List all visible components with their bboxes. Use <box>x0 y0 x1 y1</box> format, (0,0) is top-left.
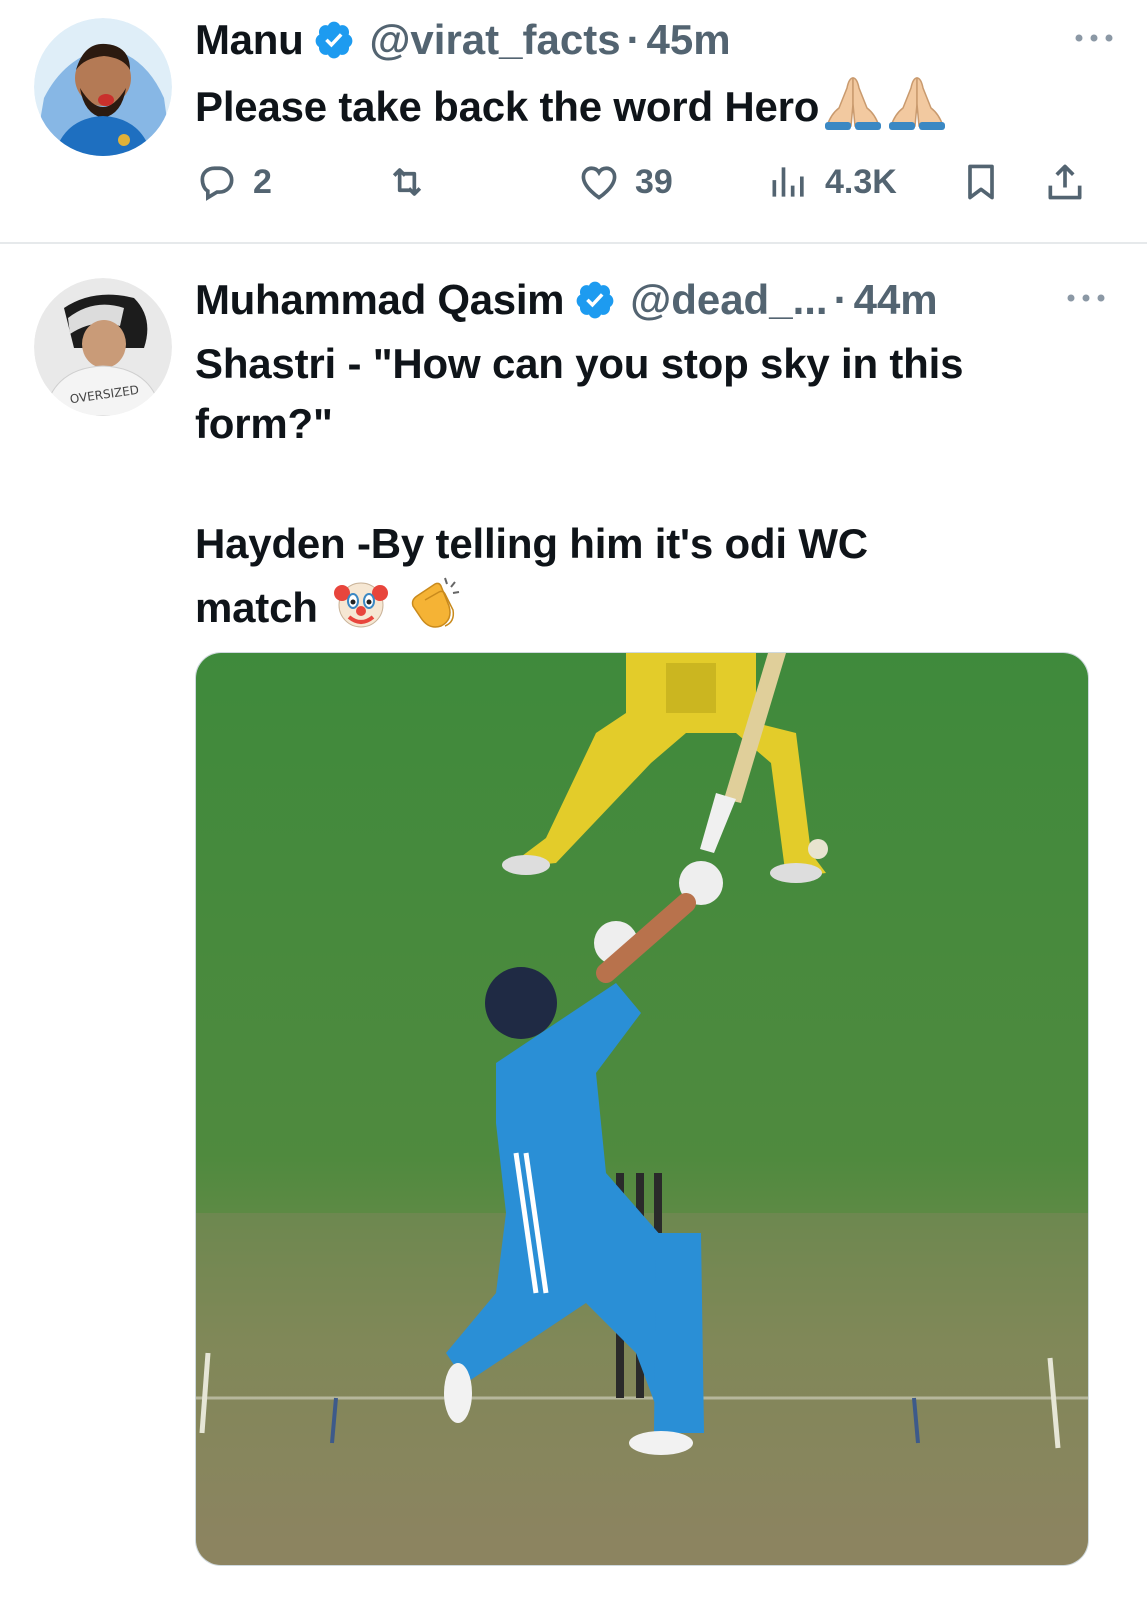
author-name[interactable]: Manu <box>195 16 304 64</box>
author-handle[interactable]: @dead_... <box>630 276 827 324</box>
verified-badge-icon <box>316 21 353 59</box>
folded-hands-icon <box>823 74 883 146</box>
tweet-actions: 2 39 4.3K <box>195 152 1095 212</box>
tweet-text-line: match <box>195 584 318 632</box>
views-icon <box>772 167 804 197</box>
folded-hands-icon <box>887 74 947 146</box>
tweet-1[interactable]: Manu @virat_facts · 45m Please take back… <box>0 0 1147 243</box>
avatar[interactable]: OVERSIZED <box>34 278 172 416</box>
bookmark-icon <box>968 164 994 200</box>
tweet-text-line: Hayden -By telling him it's odi WC <box>195 520 868 567</box>
more-options-icon[interactable] <box>1063 288 1109 308</box>
like-button[interactable]: 39 <box>577 152 673 212</box>
bookmark-button[interactable] <box>959 152 1017 212</box>
timestamp[interactable]: 44m <box>854 276 938 324</box>
reply-icon <box>200 166 234 201</box>
tweet-header: Muhammad Qasim @dead_... · 44m <box>195 274 1117 326</box>
tweet-text-line: Shastri - "How can you stop sky in this <box>195 340 964 387</box>
timestamp[interactable]: 45m <box>647 16 731 64</box>
author-handle[interactable]: @virat_facts <box>369 16 620 64</box>
tweet-text-line: form?" <box>195 400 333 447</box>
cricket-batsman-photo <box>196 653 1088 1565</box>
tweet-text-content: Please take back the word Hero <box>195 83 820 131</box>
retweet-button[interactable] <box>385 152 443 212</box>
heart-icon <box>581 166 617 200</box>
retweet-icon <box>392 168 422 196</box>
tweet-header: Manu @virat_facts · 45m <box>195 14 1117 66</box>
clown-face-icon <box>333 575 389 647</box>
tweet-2[interactable]: OVERSIZED Muhammad Qasim @dead_... · 44m… <box>0 246 1147 1600</box>
tweet-image[interactable] <box>195 652 1089 1566</box>
verified-badge-icon <box>576 281 614 319</box>
like-count: 39 <box>635 162 673 201</box>
tweet-text: Please take back the word Hero <box>195 74 1097 146</box>
share-icon <box>1048 164 1082 200</box>
separator-dot: · <box>626 16 641 63</box>
views-button[interactable]: 4.3K <box>767 152 897 212</box>
clapping-hands-icon <box>405 574 465 648</box>
reply-button[interactable]: 2 <box>195 152 272 212</box>
author-name[interactable]: Muhammad Qasim <box>195 276 565 324</box>
more-options-icon[interactable] <box>1071 28 1117 48</box>
separator-dot: · <box>833 276 848 323</box>
tweet-text: Shastri - "How can you stop sky in this … <box>195 334 1097 648</box>
avatar[interactable] <box>34 18 172 156</box>
views-count: 4.3K <box>825 162 897 201</box>
reply-count: 2 <box>253 162 272 201</box>
share-button[interactable] <box>1043 152 1101 212</box>
tweet-divider <box>0 242 1147 244</box>
